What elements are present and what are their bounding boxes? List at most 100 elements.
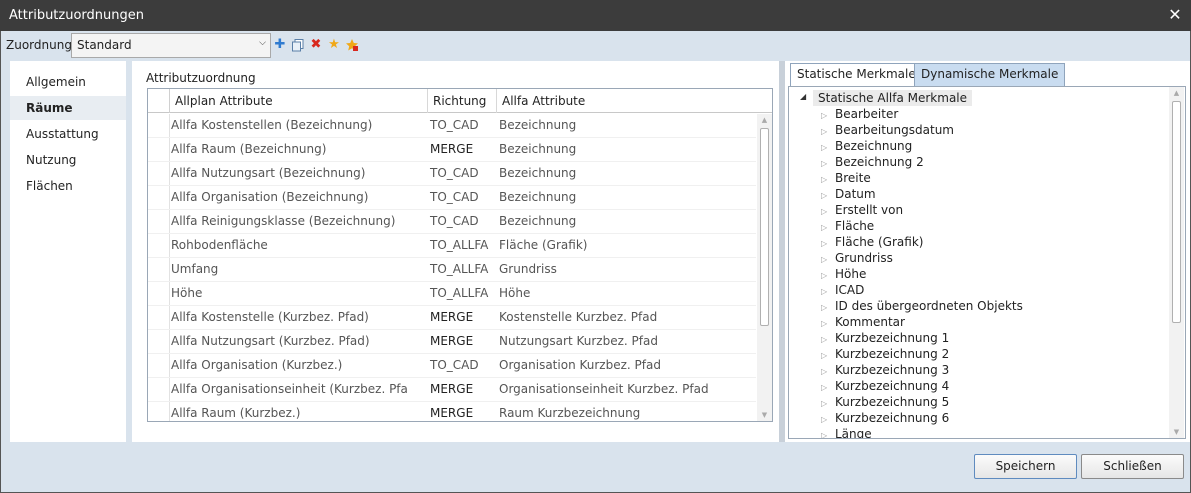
row-selector[interactable]: [148, 258, 170, 282]
tree-node[interactable]: ▷ Kurzbezeichnung 6: [821, 410, 949, 426]
cell-allplan-attribute[interactable]: Allfa Kostenstelle (Kurzbez. Pfad): [171, 310, 369, 324]
cell-allplan-attribute[interactable]: Allfa Nutzungsart (Kurzbez. Pfad): [171, 334, 370, 348]
tree-node[interactable]: ▷ Kurzbezeichnung 5: [821, 394, 949, 410]
add-icon[interactable]: ✚: [273, 38, 287, 52]
grid-scrollbar[interactable]: ▲ ▼: [757, 114, 772, 421]
column-allfa-attribute[interactable]: Allfa Attribute: [502, 94, 585, 108]
cell-allplan-attribute[interactable]: Allfa Organisationseinheit (Kurzbez. Pfa: [171, 382, 408, 396]
close-icon[interactable]: ✕: [1167, 6, 1183, 24]
tree-node[interactable]: ▷ Bearbeitungsdatum: [821, 122, 954, 138]
cell-richtung[interactable]: TO_ALLFA: [430, 262, 488, 276]
tab-dynamische-merkmale[interactable]: Dynamische Merkmale: [914, 63, 1066, 86]
cell-allplan-attribute[interactable]: Allfa Kostenstellen (Bezeichnung): [171, 118, 372, 132]
tree-node[interactable]: ▷ Fläche: [821, 218, 874, 234]
copy-icon[interactable]: [291, 38, 305, 52]
cell-allplan-attribute[interactable]: Allfa Raum (Bezeichnung): [171, 142, 326, 156]
tree-node[interactable]: ▷ Kurzbezeichnung 2: [821, 346, 949, 362]
row-selector[interactable]: [148, 306, 170, 330]
cell-richtung[interactable]: TO_CAD: [430, 358, 479, 372]
tab-statische-merkmale[interactable]: Statische Merkmale: [790, 63, 923, 87]
cell-richtung[interactable]: TO_CAD: [430, 190, 479, 204]
tree-node[interactable]: ▷ Datum: [821, 186, 876, 202]
tree-node[interactable]: ▷ Kommentar: [821, 314, 905, 330]
tree-node[interactable]: ▷ Breite: [821, 170, 871, 186]
cell-allplan-attribute[interactable]: Allfa Reinigungsklasse (Bezeichnung): [171, 214, 395, 228]
scroll-up-icon[interactable]: ▲: [1169, 89, 1184, 97]
tree-node[interactable]: ▷ Bezeichnung 2: [821, 154, 924, 170]
tree-node[interactable]: ▷ Bezeichnung: [821, 138, 912, 154]
cell-allfa-attribute[interactable]: Höhe: [499, 286, 530, 300]
nav-item-flaechen[interactable]: Flächen: [10, 174, 126, 198]
tree-node[interactable]: ▷ Erstellt von: [821, 202, 903, 218]
cell-allplan-attribute[interactable]: Höhe: [171, 286, 202, 300]
cell-allfa-attribute[interactable]: Organisationseinheit Kurzbez. Pfad: [499, 382, 709, 396]
cell-allplan-attribute[interactable]: Allfa Organisation (Bezeichnung): [171, 190, 368, 204]
tree-node[interactable]: ▷ Kurzbezeichnung 1: [821, 330, 949, 346]
cell-richtung[interactable]: MERGE: [430, 406, 473, 420]
cell-allplan-attribute[interactable]: Allfa Nutzungsart (Bezeichnung): [171, 166, 365, 180]
row-selector[interactable]: [148, 138, 170, 162]
cell-richtung[interactable]: TO_CAD: [430, 118, 479, 132]
row-selector[interactable]: [148, 234, 170, 258]
nav-item-allgemein[interactable]: Allgemein: [10, 70, 126, 94]
delete-icon[interactable]: ✖: [309, 38, 323, 52]
grid-scroll-thumb[interactable]: [760, 128, 769, 326]
cell-allfa-attribute[interactable]: Bezeichnung: [499, 118, 576, 132]
row-selector[interactable]: [148, 378, 170, 402]
cell-allfa-attribute[interactable]: Kostenstelle Kurzbez. Pfad: [499, 310, 657, 324]
tree-node[interactable]: ▷ Kurzbezeichnung 4: [821, 378, 949, 394]
cell-allfa-attribute[interactable]: Bezeichnung: [499, 166, 576, 180]
row-selector[interactable]: [148, 162, 170, 186]
row-selector[interactable]: [148, 354, 170, 378]
row-selector[interactable]: [148, 210, 170, 234]
row-selector[interactable]: [148, 114, 170, 138]
row-selector[interactable]: [148, 186, 170, 210]
cell-allfa-attribute[interactable]: Organisation Kurzbez. Pfad: [499, 358, 661, 372]
nav-item-raeume[interactable]: Räume: [10, 96, 126, 120]
cell-allfa-attribute[interactable]: Fläche (Grafik): [499, 238, 587, 252]
favorite-edit-icon[interactable]: [345, 38, 359, 52]
cell-allplan-attribute[interactable]: Allfa Raum (Kurzbez.): [171, 406, 300, 420]
tree-node[interactable]: ▷ Bearbeiter: [821, 106, 898, 122]
cell-richtung[interactable]: TO_ALLFA: [430, 238, 488, 252]
row-selector[interactable]: [148, 282, 170, 306]
cell-allfa-attribute[interactable]: Raum Kurzbezeichnung: [499, 406, 640, 420]
tree-node[interactable]: ▷ Höhe: [821, 266, 866, 282]
tree-scroll-thumb[interactable]: [1172, 101, 1181, 323]
cell-allfa-attribute[interactable]: Bezeichnung: [499, 142, 576, 156]
column-richtung[interactable]: Richtung: [433, 94, 486, 108]
tree-scrollbar[interactable]: ▲ ▼: [1169, 87, 1184, 438]
cell-richtung[interactable]: MERGE: [430, 334, 473, 348]
cell-richtung[interactable]: MERGE: [430, 142, 473, 156]
scroll-up-icon[interactable]: ▲: [757, 116, 772, 124]
cell-richtung[interactable]: TO_ALLFA: [430, 286, 488, 300]
cell-allplan-attribute[interactable]: Allfa Organisation (Kurzbez.): [171, 358, 342, 372]
tree-node[interactable]: ▷ Kurzbezeichnung 3: [821, 362, 949, 378]
assignment-select[interactable]: Standard ⌵: [71, 33, 271, 58]
save-button[interactable]: Speichern: [974, 454, 1077, 479]
cell-allplan-attribute[interactable]: Rohbodenfläche: [171, 238, 268, 252]
cell-richtung[interactable]: TO_CAD: [430, 214, 479, 228]
cell-allfa-attribute[interactable]: Bezeichnung: [499, 214, 576, 228]
cell-richtung[interactable]: MERGE: [430, 382, 473, 396]
cell-allfa-attribute[interactable]: Grundriss: [499, 262, 557, 276]
expand-triangle-icon[interactable]: ▷: [821, 428, 835, 438]
tree-node[interactable]: ▷ ICAD: [821, 282, 864, 298]
column-allplan-attribute[interactable]: Allplan Attribute: [175, 94, 273, 108]
tree-node[interactable]: ▷ ID des übergeordneten Objekts: [821, 298, 1023, 314]
close-button[interactable]: Schließen: [1081, 454, 1184, 479]
favorite-star-icon[interactable]: ★: [327, 38, 341, 52]
nav-item-nutzung[interactable]: Nutzung: [10, 148, 126, 172]
cell-richtung[interactable]: TO_CAD: [430, 166, 479, 180]
scroll-down-icon[interactable]: ▼: [1169, 428, 1184, 436]
tree-node[interactable]: ▷ Länge: [821, 426, 872, 438]
select-all-cell[interactable]: [148, 89, 170, 113]
cell-allplan-attribute[interactable]: Umfang: [171, 262, 218, 276]
row-selector[interactable]: [148, 330, 170, 354]
scroll-down-icon[interactable]: ▼: [757, 411, 772, 419]
cell-allfa-attribute[interactable]: Bezeichnung: [499, 190, 576, 204]
tree-node[interactable]: ▷ Fläche (Grafik): [821, 234, 923, 250]
row-selector[interactable]: [148, 402, 170, 421]
nav-item-ausstattung[interactable]: Ausstattung: [10, 122, 126, 146]
cell-allfa-attribute[interactable]: Nutzungsart Kurzbez. Pfad: [499, 334, 658, 348]
